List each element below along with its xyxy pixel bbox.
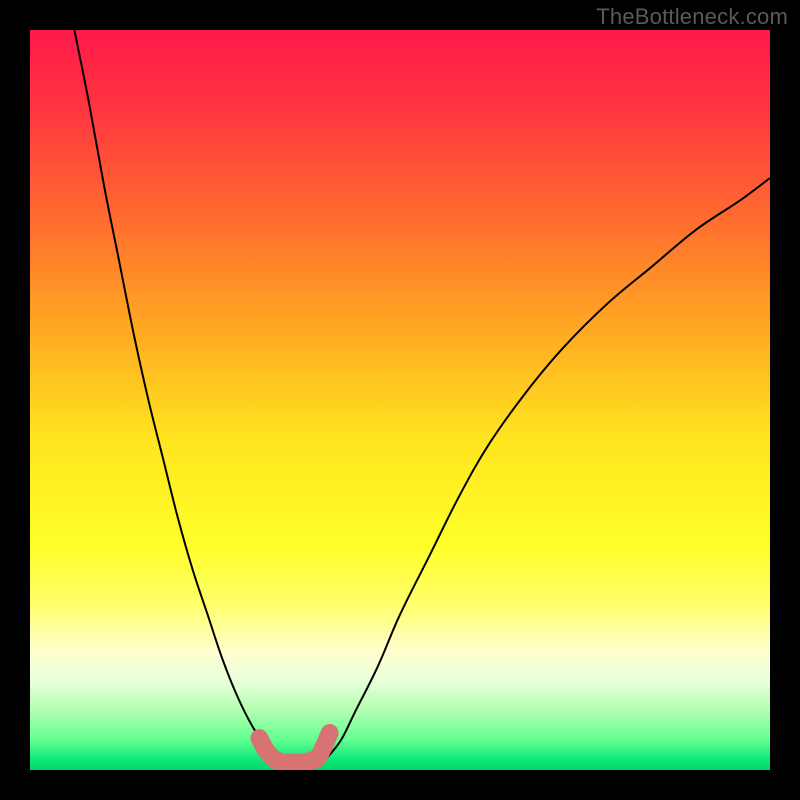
background-gradient — [30, 30, 770, 770]
watermark-label: TheBottleneck.com — [596, 4, 788, 30]
plot-area — [30, 30, 770, 770]
chart-frame: TheBottleneck.com — [0, 0, 800, 800]
